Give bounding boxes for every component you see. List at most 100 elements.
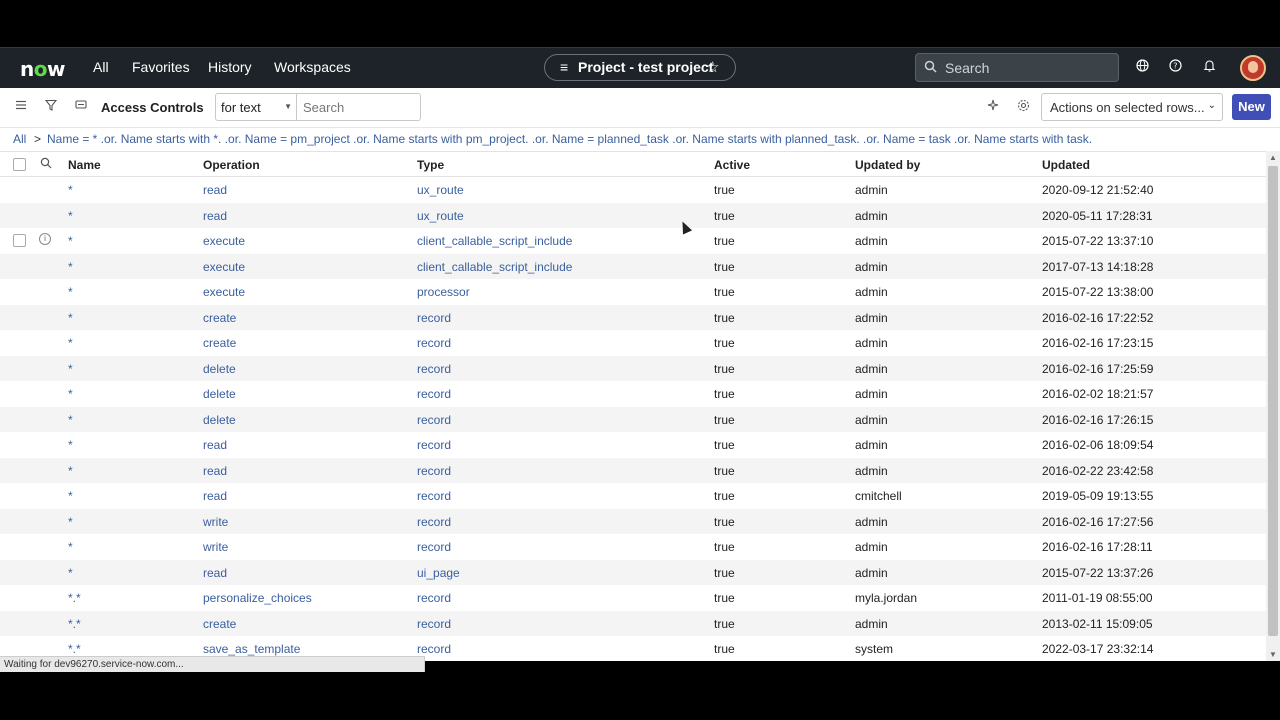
row-name[interactable]: * — [68, 540, 73, 554]
row-type[interactable]: client_callable_script_include — [417, 234, 572, 248]
table-row[interactable]: * delete record true admin 2016-02-02 18:21:5… — [0, 381, 1266, 407]
servicenow-logo[interactable]: now — [20, 57, 65, 81]
bell-icon[interactable] — [1203, 59, 1216, 75]
row-type[interactable]: record — [417, 540, 451, 554]
row-operation[interactable]: read — [203, 209, 227, 223]
row-operation[interactable]: read — [203, 438, 227, 452]
table-row[interactable]: * delete record true admin 2016-02-16 17:25:5… — [0, 355, 1266, 381]
row-type[interactable]: client_callable_script_include — [417, 260, 572, 274]
scrollbar-thumb[interactable] — [1268, 166, 1278, 636]
column-header-name[interactable]: Name — [68, 158, 101, 172]
row-name[interactable]: * — [68, 285, 73, 299]
info-icon[interactable]: i — [39, 233, 51, 245]
row-type[interactable]: record — [417, 336, 451, 350]
row-name[interactable]: * — [68, 183, 73, 197]
row-name[interactable]: * — [68, 209, 73, 223]
row-operation[interactable]: write — [203, 515, 228, 529]
scroll-up-icon[interactable]: ▲ — [1269, 153, 1277, 162]
row-name[interactable]: * — [68, 489, 73, 503]
row-name[interactable]: * — [68, 311, 73, 325]
row-name[interactable]: *.* — [68, 617, 81, 631]
table-row[interactable]: *.* personalize_choices record true myla.jor… — [0, 585, 1266, 611]
row-operation[interactable]: read — [203, 566, 227, 580]
context-menu-icon[interactable] — [75, 99, 87, 114]
row-operation[interactable]: delete — [203, 362, 236, 376]
row-name[interactable]: *.* — [68, 642, 81, 656]
row-operation[interactable]: read — [203, 464, 227, 478]
table-row[interactable]: * read ui_page true admin 2015-07-22 13:37:26 — [0, 559, 1266, 585]
row-name[interactable]: * — [68, 387, 73, 401]
row-type[interactable]: record — [417, 362, 451, 376]
table-row[interactable]: * read record true admin 2016-02-06 18:09:54 — [0, 432, 1266, 458]
row-type[interactable]: record — [417, 311, 451, 325]
column-header-updated[interactable]: Updated — [1042, 158, 1090, 172]
table-row[interactable]: * write record true admin 2016-02-16 17:27:56 — [0, 508, 1266, 534]
table-row[interactable]: * delete record true admin 2016-02-16 17:26:1… — [0, 406, 1266, 432]
table-row[interactable]: * execute processor true admin 2015-07-22 13:… — [0, 279, 1266, 305]
row-operation[interactable]: write — [203, 540, 228, 554]
row-name[interactable]: * — [68, 336, 73, 350]
help-icon[interactable]: ? — [1169, 59, 1182, 75]
table-row[interactable]: * read record true admin 2016-02-22 23:42:58 — [0, 457, 1266, 483]
row-name[interactable]: * — [68, 234, 73, 248]
column-header-operation[interactable]: Operation — [203, 158, 260, 172]
user-avatar[interactable] — [1240, 55, 1266, 81]
scroll-down-icon[interactable]: ▼ — [1269, 650, 1277, 659]
list-search-input[interactable] — [296, 93, 421, 121]
globe-icon[interactable] — [1136, 59, 1149, 75]
row-operation[interactable]: save_as_template — [203, 642, 300, 656]
table-row[interactable]: i * execute client_callable_script_include t… — [0, 228, 1266, 254]
row-operation[interactable]: read — [203, 183, 227, 197]
row-name[interactable]: * — [68, 515, 73, 529]
table-row[interactable]: * read ux_route true admin 2020-05-11 17:28:3… — [0, 202, 1266, 228]
column-header-type[interactable]: Type — [417, 158, 444, 172]
hamburger-menu-icon[interactable] — [15, 99, 27, 114]
filter-icon[interactable] — [44, 99, 58, 114]
breadcrumb-all[interactable]: All — [13, 132, 26, 146]
table-row[interactable]: * create record true admin 2016-02-16 17:23:1… — [0, 330, 1266, 356]
row-operation[interactable]: execute — [203, 260, 245, 274]
row-name[interactable]: * — [68, 413, 73, 427]
row-operation[interactable]: create — [203, 617, 236, 631]
table-row[interactable]: * write record true admin 2016-02-16 17:28:11 — [0, 534, 1266, 560]
nav-favorites[interactable]: Favorites — [132, 59, 190, 75]
row-type[interactable]: record — [417, 489, 451, 503]
nav-workspaces[interactable]: Workspaces — [274, 59, 351, 75]
row-type[interactable]: ux_route — [417, 183, 464, 197]
row-operation[interactable]: delete — [203, 413, 236, 427]
search-icon[interactable] — [40, 157, 52, 172]
table-row[interactable]: * read record true cmitchell 2019-05-09 19:13… — [0, 483, 1266, 509]
column-header-updated-by[interactable]: Updated by — [855, 158, 920, 172]
actions-select[interactable]: Actions on selected rows... ⌄ — [1041, 93, 1223, 121]
table-row[interactable]: *.* create record true admin 2013-02-11 15:09… — [0, 610, 1266, 636]
row-type[interactable]: record — [417, 642, 451, 656]
row-type[interactable]: record — [417, 591, 451, 605]
workspace-context-pill[interactable]: ≡ Project - test project ☆ — [544, 54, 736, 81]
row-operation[interactable]: create — [203, 311, 236, 325]
row-operation[interactable]: execute — [203, 285, 245, 299]
row-name[interactable]: *.* — [68, 591, 81, 605]
table-row[interactable]: * create record true admin 2016-02-16 17:22:5… — [0, 304, 1266, 330]
row-operation[interactable]: personalize_choices — [203, 591, 312, 605]
row-type[interactable]: record — [417, 464, 451, 478]
row-type[interactable]: ux_route — [417, 209, 464, 223]
select-all-checkbox[interactable] — [13, 158, 26, 171]
nav-history[interactable]: History — [208, 59, 252, 75]
gear-icon[interactable] — [1017, 99, 1030, 115]
vertical-scrollbar[interactable]: ▲ ▼ — [1266, 151, 1280, 661]
row-checkbox[interactable] — [13, 234, 26, 247]
row-operation[interactable]: create — [203, 336, 236, 350]
row-operation[interactable]: read — [203, 489, 227, 503]
table-row[interactable]: * execute client_callable_script_include tr… — [0, 253, 1266, 279]
pin-icon[interactable] — [987, 99, 999, 114]
row-type[interactable]: record — [417, 438, 451, 452]
row-type[interactable]: record — [417, 515, 451, 529]
global-search[interactable]: Search — [915, 53, 1119, 82]
row-operation[interactable]: delete — [203, 387, 236, 401]
row-type[interactable]: record — [417, 387, 451, 401]
row-name[interactable]: * — [68, 362, 73, 376]
row-name[interactable]: * — [68, 464, 73, 478]
new-button[interactable]: New — [1232, 94, 1271, 120]
search-field-select[interactable]: for text ▼ — [215, 93, 297, 121]
row-type[interactable]: processor — [417, 285, 470, 299]
